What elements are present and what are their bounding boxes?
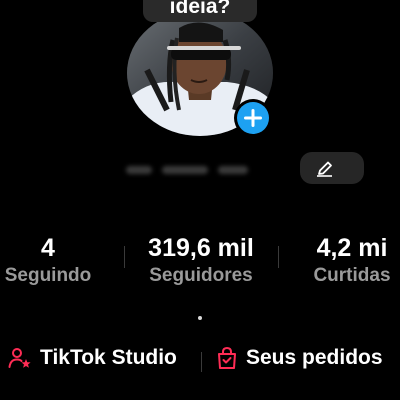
pencil-icon <box>317 161 332 177</box>
tiktok-studio-label: TikTok Studio <box>40 346 177 369</box>
stats-divider <box>124 246 125 268</box>
tiktok-studio-link[interactable]: TikTok Studio <box>8 346 177 370</box>
stats-divider <box>278 246 279 268</box>
likes-label: Curtidas <box>313 265 391 286</box>
blurred-text-segment <box>126 166 152 174</box>
add-photo-button[interactable] <box>234 99 272 137</box>
your-orders-link[interactable]: Seus pedidos <box>216 346 383 370</box>
followers-stat[interactable]: 319,6 mil Seguidores <box>135 232 267 288</box>
plus-icon <box>244 109 262 127</box>
profile-shortcuts: TikTok Studio Seus pedidos <box>0 346 400 376</box>
edit-name-button[interactable] <box>300 152 364 184</box>
your-orders-label: Seus pedidos <box>246 346 383 369</box>
following-count: 4 <box>41 234 55 262</box>
following-stat[interactable]: 4 Seguindo <box>0 232 98 288</box>
shopping-bag-icon <box>218 346 236 369</box>
blurred-text-segment <box>162 166 208 174</box>
profile-stats: 4 Seguindo 319,6 mil Seguidores 4,2 mi C… <box>0 232 400 292</box>
person-star-icon <box>8 348 31 368</box>
followers-label: Seguidores <box>149 265 253 286</box>
page-indicator-dot <box>198 316 202 320</box>
username-blurred <box>126 163 266 177</box>
idea-bubble-text: ideia? <box>169 0 231 18</box>
idea-bubble[interactable]: ideia? <box>143 0 257 22</box>
blurred-text-segment <box>218 166 248 174</box>
followers-count: 319,6 mil <box>148 234 254 262</box>
profile-screen: ideia? 4 Seguindo 319,6 mil Seguidores 4… <box>0 0 400 400</box>
following-label: Seguindo <box>4 265 92 286</box>
likes-count: 4,2 mi <box>316 234 388 262</box>
links-divider <box>201 352 202 372</box>
likes-stat[interactable]: 4,2 mi Curtidas <box>302 232 400 288</box>
